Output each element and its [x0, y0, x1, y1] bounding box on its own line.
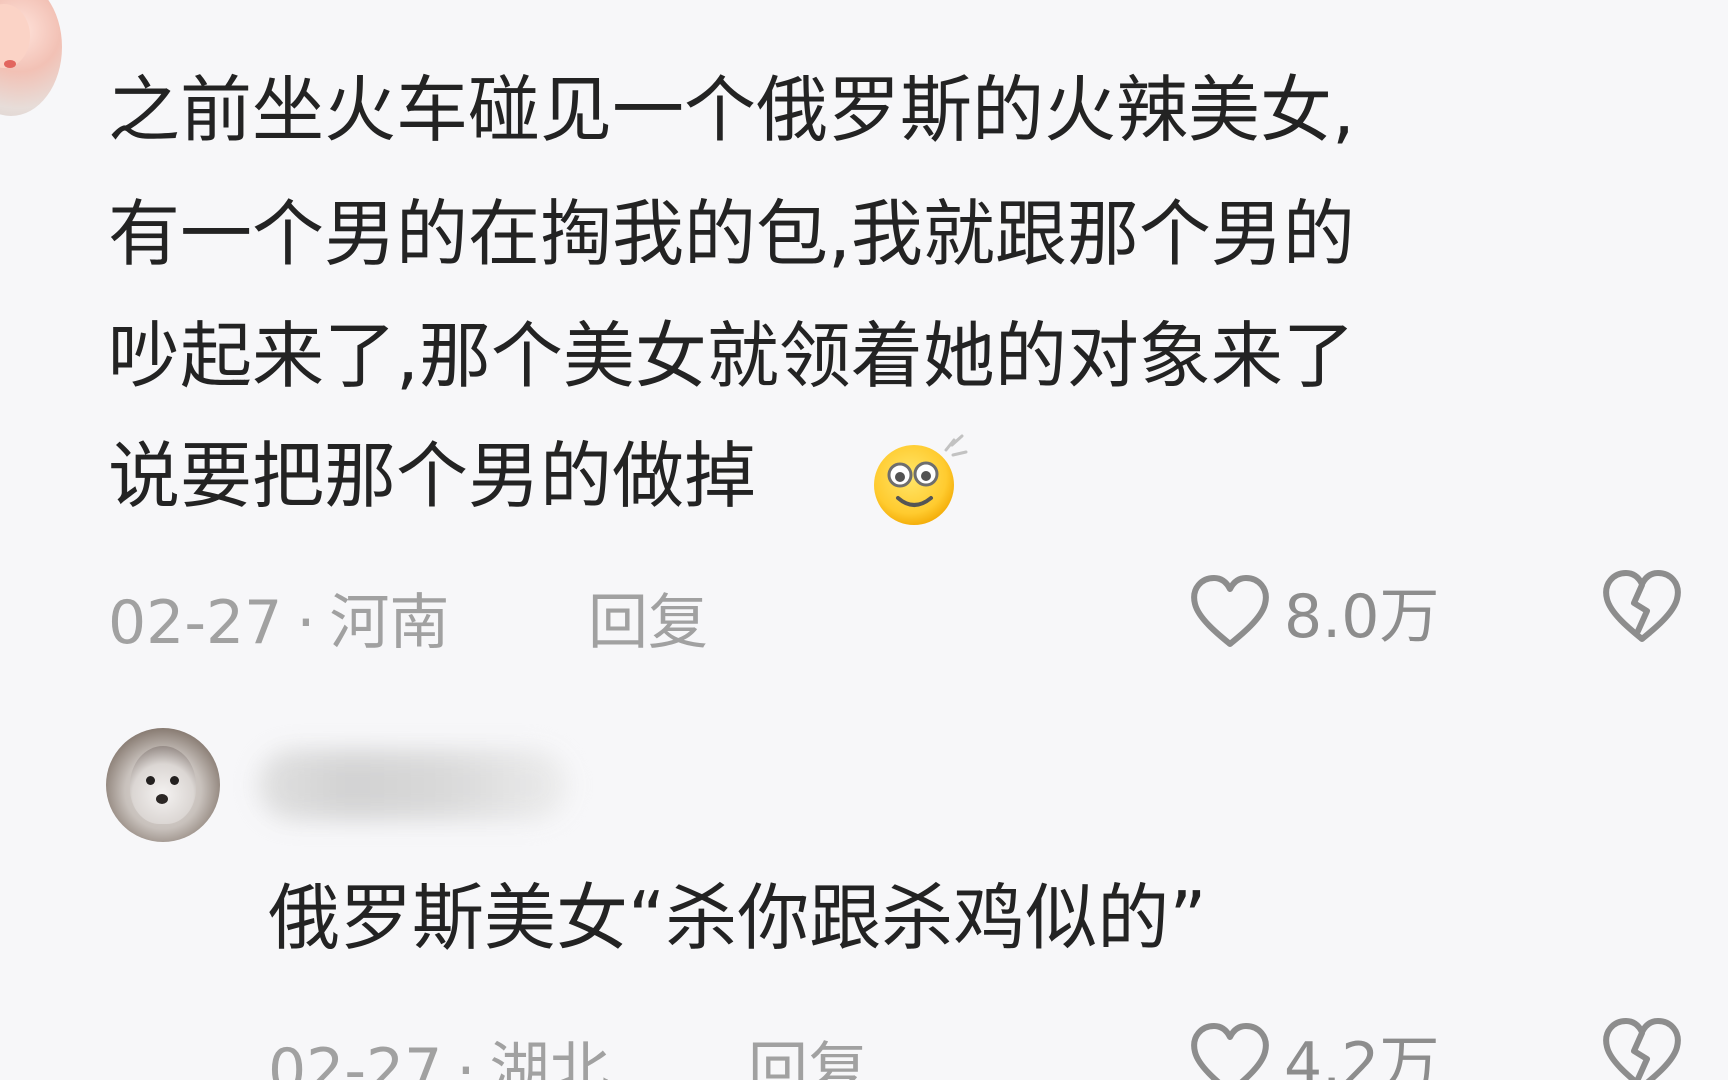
smiling-face-emoji [874, 434, 968, 525]
dislike-button[interactable] [1600, 1016, 1684, 1080]
like-count: 8.0万 [1284, 582, 1440, 652]
comment-line: 说要把那个男的做掉 [108, 434, 757, 518]
comments-screen: 之前坐火车碰见一个俄罗斯的火辣美女, 有一个男的在掏我的包,我就跟那个男的 吵起… [0, 0, 1728, 1080]
comment-location: 河南 [329, 588, 450, 658]
comment-meta: 02-27 · 湖北 [268, 1022, 609, 1080]
meta-separator: · [456, 1036, 476, 1080]
meta-separator: · [296, 588, 316, 658]
like-button[interactable]: 4.2万 [1188, 1016, 1439, 1080]
broken-heart-icon [1603, 570, 1681, 642]
comment-text: 俄罗斯美女“杀你跟杀鸡似的” [268, 876, 1207, 960]
comment-meta: 02-27 · 河南 [108, 574, 449, 661]
reply-button[interactable]: 回复 [748, 1022, 868, 1080]
heart-outline-icon [1191, 574, 1269, 647]
avatar-nose [156, 794, 168, 804]
like-button[interactable]: 8.0万 [1188, 568, 1439, 655]
like-count: 4.2万 [1284, 1030, 1440, 1080]
comment-date: 02-27 [268, 1036, 443, 1080]
comment-date: 02-27 [108, 588, 283, 658]
heart-outline-icon [1191, 1022, 1269, 1080]
comment-line: 吵起来了,那个美女就领着她的对象来了 [108, 314, 1355, 398]
avatar-eye [146, 776, 155, 785]
avatar-face [0, 4, 30, 68]
comment-location: 湖北 [489, 1036, 610, 1080]
blurred-username [258, 750, 568, 820]
avatar-dog-face [130, 746, 196, 824]
avatar-eye [170, 776, 179, 785]
dislike-button[interactable] [1600, 568, 1684, 646]
broken-heart-icon [1603, 1018, 1681, 1080]
comment-avatar[interactable] [0, 0, 62, 116]
comment-line: 有一个男的在掏我的包,我就跟那个男的 [108, 192, 1355, 276]
avatar-lip [4, 60, 16, 68]
comment-avatar[interactable] [106, 728, 220, 842]
comment-line: 之前坐火车碰见一个俄罗斯的火辣美女, [108, 68, 1355, 152]
reply-button[interactable]: 回复 [588, 574, 708, 661]
